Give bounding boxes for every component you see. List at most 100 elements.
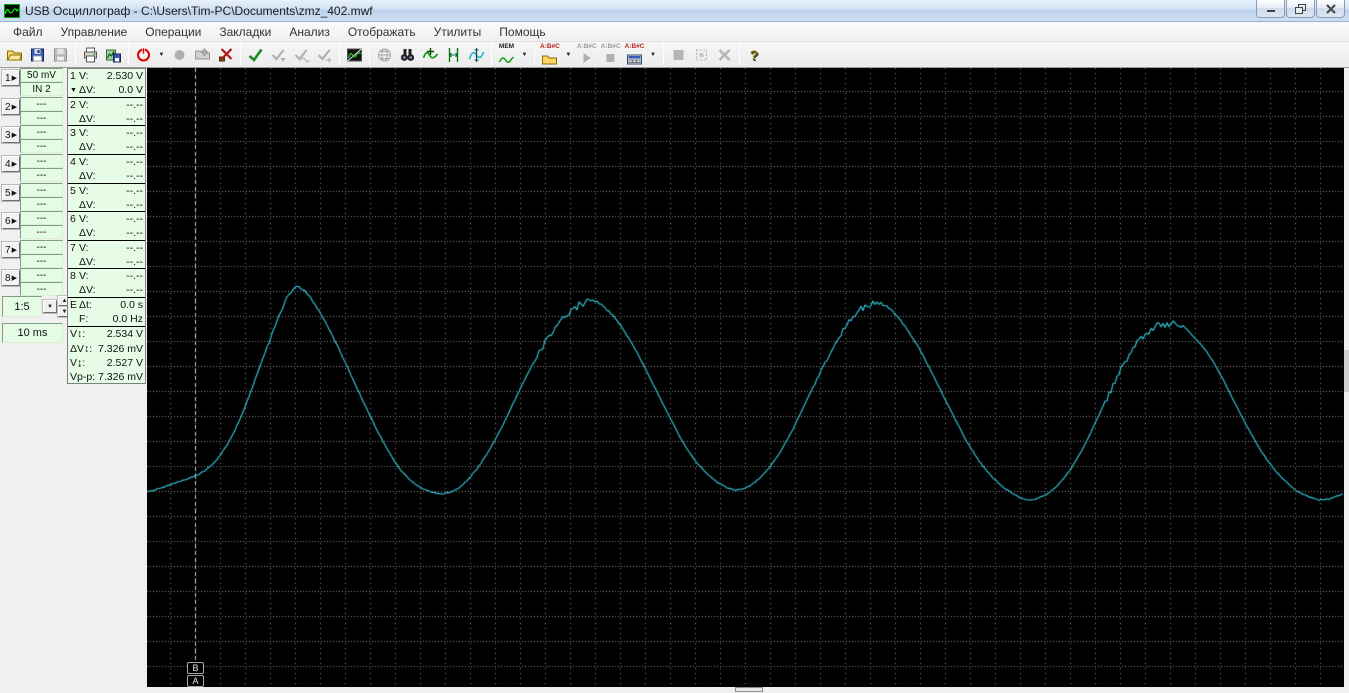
auto-sweep-button[interactable] — [313, 43, 336, 66]
menu-item-3[interactable]: Операции — [136, 23, 210, 41]
timebase-field[interactable]: 10 ms — [2, 323, 63, 343]
cursors-icon — [445, 47, 462, 63]
restore-button[interactable] — [1286, 0, 1315, 18]
delta-t-label: Δt: — [79, 299, 92, 311]
channel-7-button[interactable]: 7 ▶ — [2, 242, 20, 258]
abc-open-dropdown-button[interactable]: ▼ — [562, 43, 575, 66]
measurements-button[interactable] — [419, 43, 442, 66]
channel-3-button[interactable]: 3 ▶ — [2, 127, 20, 143]
abc-stop-button[interactable]: A:B#C — [599, 43, 623, 66]
memory-dropdown-button[interactable]: ▼ — [518, 43, 531, 66]
abc-panel-icon — [626, 50, 643, 66]
save-as-button[interactable] — [49, 43, 72, 66]
channel-3-scale-field[interactable]: --- — [20, 125, 63, 139]
horizontal-scrollbar-thumb[interactable] — [735, 687, 763, 692]
close-button[interactable] — [1316, 0, 1345, 18]
start-options-dropdown-button[interactable]: ▼ — [155, 43, 168, 66]
memory-label: MEM — [498, 42, 515, 50]
zoom-ratio-field[interactable]: 1:5 — [2, 296, 42, 317]
cursor-a-tag[interactable]: A — [187, 675, 204, 687]
search-button[interactable] — [396, 43, 419, 66]
menu-item-2[interactable]: Управление — [52, 23, 137, 41]
toolbar-separator — [491, 44, 492, 65]
channel-7-input-field[interactable]: --- — [20, 254, 63, 268]
channel-8-input-field[interactable]: --- — [20, 282, 63, 296]
save-file-button[interactable] — [26, 43, 49, 66]
record-clear-button[interactable] — [214, 43, 237, 66]
channel-6-readout: 6 V: --.-- ΔV: --.-- — [68, 212, 145, 241]
folder-open-icon — [6, 47, 23, 63]
measurements-panel: 1 V: 2.530 V ▼ ΔV: 0.0 V 2 V: --.-- ΔV: --.-- 3 V: --… — [67, 68, 146, 384]
channel-2-input-field[interactable]: --- — [20, 111, 63, 125]
vertical-scrollbar[interactable] — [1344, 68, 1349, 687]
channel-7-readout: 7 V: --.-- ΔV: --.-- — [68, 241, 145, 269]
delta-voltage-value: --.-- — [126, 199, 143, 211]
selection-options-button[interactable] — [690, 43, 713, 66]
horizontal-scrollbar[interactable] — [147, 687, 1349, 693]
channel-6-button[interactable]: 6 ▶ — [2, 213, 20, 229]
channel-8-button[interactable]: 8 ▶ — [2, 270, 20, 286]
waveform-cursor-button[interactable] — [465, 43, 488, 66]
channel-5-scale-field[interactable]: --- — [20, 183, 63, 197]
display-mode-button[interactable] — [343, 43, 366, 66]
channel-1-button[interactable]: 1 ▶ — [2, 70, 20, 86]
channel-5-button[interactable]: 5 ▶ — [2, 185, 20, 201]
start-acquisition-button[interactable] — [132, 43, 155, 66]
channel-2-button[interactable]: 2 ▶ — [2, 99, 20, 115]
abc-play-button[interactable]: A:B#C — [575, 43, 599, 66]
delete-selection-button[interactable] — [713, 43, 736, 66]
zoom-region-button[interactable] — [373, 43, 396, 66]
channel-1-scale-field[interactable]: 50 mV — [20, 68, 63, 82]
channel-3-readout: 3 V: --.-- ΔV: --.-- — [68, 126, 145, 155]
menu-item-6[interactable]: Отображать — [339, 23, 425, 41]
print-button[interactable] — [79, 43, 102, 66]
open-file-button[interactable] — [3, 43, 26, 66]
menu-item-4[interactable]: Закладки — [210, 23, 280, 41]
menu-bar: Файл Управление Операции Закладки Анализ Отоб… — [0, 22, 1349, 42]
channel-4-button[interactable]: 4 ▶ — [2, 156, 20, 172]
vertical-cursors-button[interactable] — [442, 43, 465, 66]
channel-arrow-icon: ▶ — [11, 74, 17, 82]
export-screenshot-button[interactable] — [102, 43, 125, 66]
channel-4-scale-field[interactable]: --- — [20, 154, 63, 168]
auto-vertical-button[interactable] — [267, 43, 290, 66]
channel-3-input-field[interactable]: --- — [20, 139, 63, 153]
channel-6-scale-field[interactable]: --- — [20, 211, 63, 225]
export-image-icon — [105, 47, 122, 63]
square-gray-icon — [670, 47, 687, 63]
channel-2-scale-field[interactable]: --- — [20, 97, 63, 111]
record-button[interactable] — [168, 43, 191, 66]
channel-1-input-field[interactable]: IN 2 — [20, 82, 63, 96]
vertical-scrollbar-thumb[interactable] — [1344, 350, 1349, 392]
abc-panel-button[interactable]: A:B#C — [623, 43, 647, 66]
channel-7-scale-field[interactable]: --- — [20, 240, 63, 254]
readout-channel-number: 7 — [70, 242, 76, 254]
menu-item-5[interactable]: Анализ — [280, 23, 339, 41]
toolbar-separator — [534, 44, 535, 65]
channel-6-input-field[interactable]: --- — [20, 225, 63, 239]
abc-open-button[interactable]: A:B#C — [538, 43, 562, 66]
menu-item-7[interactable]: Утилиты — [425, 23, 491, 41]
auto-signal-button[interactable] — [290, 43, 313, 66]
channel-5-input-field[interactable]: --- — [20, 197, 63, 211]
abc-panel-dropdown-button[interactable]: ▼ — [647, 43, 660, 66]
record-save-button[interactable] — [191, 43, 214, 66]
oscilloscope-canvas[interactable] — [147, 68, 1344, 687]
menu-item-8[interactable]: Помощь — [490, 23, 554, 41]
play-gray-icon — [578, 50, 595, 66]
channel-2-readout: 2 V: --.-- ΔV: --.-- — [68, 98, 145, 126]
memory-button[interactable]: MEM — [495, 43, 518, 66]
auto-setup-button[interactable] — [244, 43, 267, 66]
select-region-button[interactable] — [667, 43, 690, 66]
cursor-b-tag[interactable]: B — [187, 662, 204, 674]
help-button[interactable]: ? — [743, 43, 766, 66]
channel-number: 8 — [5, 272, 11, 284]
channel-4-input-field[interactable]: --- — [20, 168, 63, 182]
menu-item-1[interactable]: Файл — [4, 23, 52, 41]
minimize-button[interactable] — [1256, 0, 1285, 18]
zoom-dropdown-button[interactable]: ▼ — [43, 300, 57, 313]
channel-8-scale-field[interactable]: --- — [20, 268, 63, 282]
delta-voltage-label: ΔV: — [79, 84, 96, 96]
channel-sidebar: 1 ▶ 50 mV IN 2 2 ▶ --- --- 3 ▶ --- --- 4 ▶ --- --- 5 ▶ ---… — [0, 68, 147, 693]
voltage-value: --.-- — [126, 242, 143, 254]
